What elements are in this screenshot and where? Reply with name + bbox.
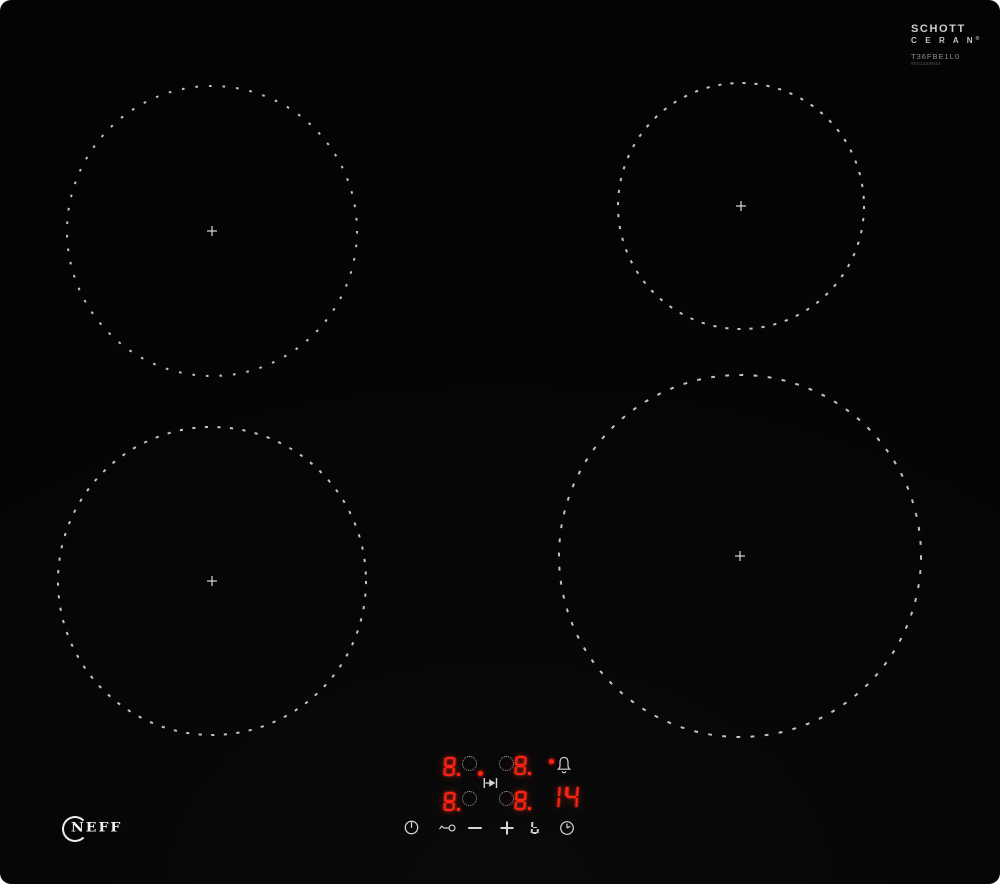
- boost-b-icon[interactable]: [531, 821, 539, 834]
- display-rear-left: [444, 757, 460, 776]
- serial-number: 9001268644: [911, 62, 991, 67]
- display-front-right: [515, 791, 531, 810]
- child-lock-key-icon[interactable]: [438, 823, 456, 833]
- cooking-zones-layer: [0, 0, 1000, 884]
- timer-zone-indicator-dot: [478, 771, 483, 776]
- display-front-left: [444, 792, 460, 811]
- zone-select-front-right-key[interactable]: [499, 791, 514, 806]
- schott-ceran-label: SCHOTT C E R A N® T36FBE1L0 9001268644: [911, 24, 991, 67]
- minus-icon[interactable]: [468, 827, 482, 829]
- model-number: T36FBE1L0: [911, 53, 991, 61]
- ceran-wordmark: C E R A N®: [911, 37, 991, 45]
- plus-icon[interactable]: [499, 820, 515, 836]
- neff-wordmark: NEFF: [71, 821, 122, 836]
- zone-select-rear-left-key[interactable]: [462, 756, 477, 771]
- power-icon[interactable]: [404, 820, 419, 835]
- power-move-icon[interactable]: [483, 777, 498, 789]
- timer-clock-icon[interactable]: [559, 820, 575, 836]
- schott-wordmark: SCHOTT: [911, 24, 991, 36]
- display-rear-right: [515, 756, 531, 775]
- alarm-indicator-dot: [549, 759, 554, 764]
- zone-select-front-left-key[interactable]: [462, 791, 477, 806]
- neff-logo: NEFF: [62, 816, 152, 846]
- registered-trademark-icon: ®: [976, 36, 980, 42]
- product-image: SCHOTT C E R A N® T36FBE1L0 9001268644 N…: [0, 0, 1000, 884]
- induction-hob-surface: SCHOTT C E R A N® T36FBE1L0 9001268644 N…: [0, 0, 1000, 884]
- bell-icon[interactable]: [556, 755, 572, 775]
- timer-display: [547, 786, 578, 808]
- zone-select-rear-right-key[interactable]: [499, 756, 514, 771]
